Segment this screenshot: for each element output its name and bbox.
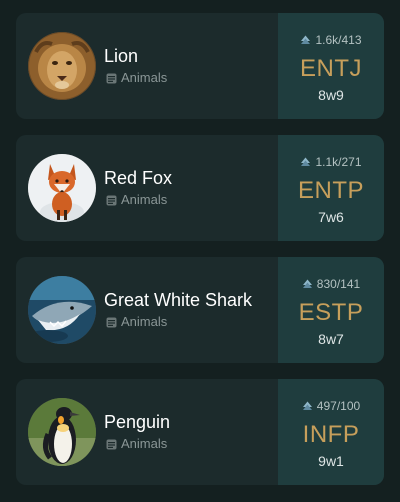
personality-type: ESTP	[298, 299, 364, 326]
category-label: Animals	[121, 70, 168, 85]
vote-icon	[302, 400, 313, 411]
category-label: Animals	[121, 436, 168, 451]
category-icon	[106, 73, 117, 84]
vote-icon	[300, 34, 311, 45]
profile-category[interactable]: Animals	[106, 70, 167, 86]
enneagram-type: 8w7	[318, 331, 344, 347]
profile-card-lion[interactable]: Lion Animals 1.6k/413 ENTJ 8w9	[16, 13, 384, 119]
personality-panel: 1.6k/413 ENTJ 8w9	[278, 13, 384, 119]
vote-count-text: 1.6k/413	[315, 33, 362, 47]
avatar	[28, 276, 96, 344]
category-icon	[106, 317, 117, 328]
personality-panel: 830/141 ESTP 8w7	[278, 257, 384, 363]
profile-card-penguin[interactable]: Penguin Animals 497/100 INFP 9w1	[16, 379, 384, 485]
vote-count: 1.1k/271	[278, 154, 384, 170]
personality-panel: 497/100 INFP 9w1	[278, 379, 384, 485]
profile-info: Great White Shark Animals	[16, 257, 278, 363]
personality-type: INFP	[302, 421, 360, 448]
profile-info: Red Fox Animals	[16, 135, 278, 241]
vote-count: 830/141	[278, 276, 384, 292]
profile-info: Penguin Animals	[16, 379, 278, 485]
profile-name: Great White Shark	[104, 290, 253, 310]
vote-count-text: 1.1k/271	[315, 155, 362, 169]
profile-name: Penguin	[104, 412, 171, 432]
vote-count: 497/100	[278, 398, 384, 414]
profile-card-great-white-shark[interactable]: Great White Shark Animals 830/141 ESTP 8…	[16, 257, 384, 363]
profile-name: Lion	[104, 46, 139, 66]
personality-panel: 1.1k/271 ENTP 7w6	[278, 135, 384, 241]
profile-category[interactable]: Animals	[106, 436, 167, 452]
profile-name: Red Fox	[104, 168, 173, 188]
profile-list: Lion Animals 1.6k/413 ENTJ 8w9 Red Fox A…	[0, 0, 400, 502]
category-icon	[106, 439, 117, 450]
profile-info: Lion Animals	[16, 13, 278, 119]
personality-type: ENTJ	[300, 55, 362, 82]
vote-count-text: 830/141	[316, 277, 361, 291]
vote-icon	[300, 156, 311, 167]
avatar	[28, 154, 96, 222]
profile-category[interactable]: Animals	[106, 192, 167, 208]
category-icon	[106, 195, 117, 206]
category-label: Animals	[121, 314, 168, 329]
category-label: Animals	[121, 192, 168, 207]
enneagram-type: 8w9	[318, 87, 344, 103]
personality-type: ENTP	[297, 177, 364, 204]
avatar	[28, 32, 96, 100]
avatar	[28, 398, 96, 466]
enneagram-type: 9w1	[318, 453, 344, 469]
enneagram-type: 7w6	[318, 209, 344, 225]
vote-count-text: 497/100	[316, 399, 361, 413]
profile-category[interactable]: Animals	[106, 314, 167, 330]
vote-count: 1.6k/413	[278, 32, 384, 48]
vote-icon	[302, 278, 313, 289]
profile-card-red-fox[interactable]: Red Fox Animals 1.1k/271 ENTP 7w6	[16, 135, 384, 241]
